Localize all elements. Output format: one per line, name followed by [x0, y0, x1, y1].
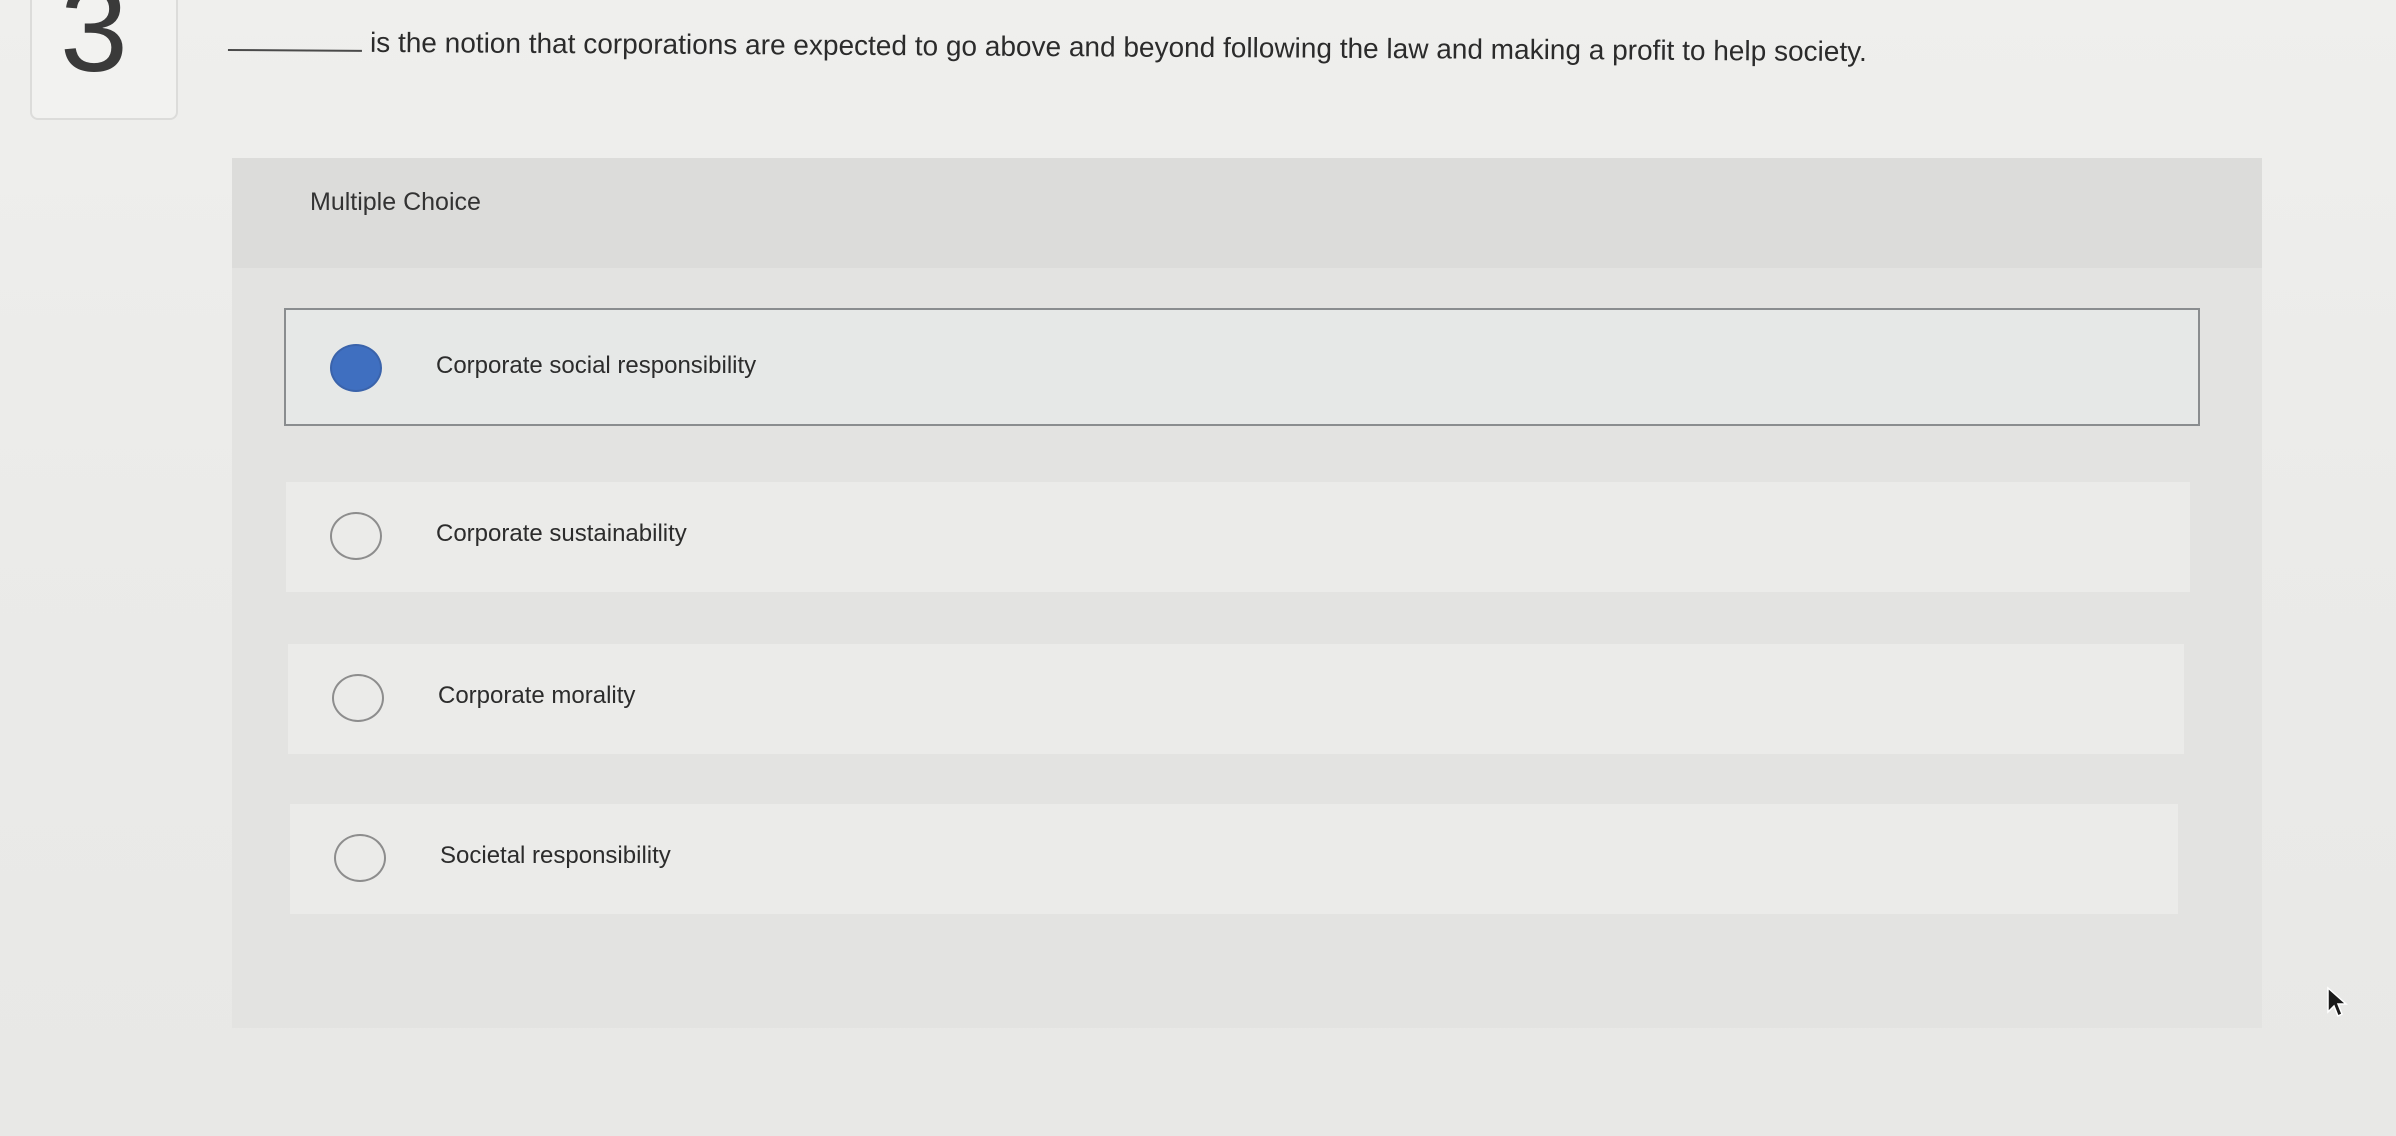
- option-corporate-morality[interactable]: Corporate morality: [288, 644, 2184, 754]
- fill-in-blank: [227, 48, 362, 52]
- answer-panel-header: Multiple Choice: [232, 158, 2262, 268]
- option-corporate-sustainability[interactable]: Corporate sustainability: [286, 482, 2190, 592]
- radio-button[interactable]: [332, 674, 384, 722]
- question-number: 3: [60, 0, 128, 97]
- radio-button-selected[interactable]: [330, 344, 382, 392]
- option-corporate-social-responsibility[interactable]: Corporate social responsibility: [284, 308, 2200, 426]
- option-label: Corporate social responsibility: [436, 352, 757, 379]
- option-label: Societal responsibility: [440, 842, 671, 869]
- question-type-label: Multiple Choice: [310, 188, 481, 216]
- option-societal-responsibility[interactable]: Societal responsibility: [290, 804, 2178, 914]
- radio-button[interactable]: [334, 834, 386, 882]
- answer-panel: Multiple Choice Corporate social respons…: [232, 158, 2262, 1028]
- radio-button[interactable]: [330, 512, 382, 560]
- mouse-pointer-icon: [2327, 986, 2348, 1018]
- option-label: Corporate sustainability: [436, 520, 687, 547]
- question-prompt: is the notion that corporations are expe…: [227, 26, 2128, 70]
- question-text: is the notion that corporations are expe…: [369, 26, 1867, 68]
- option-label: Corporate morality: [438, 682, 636, 709]
